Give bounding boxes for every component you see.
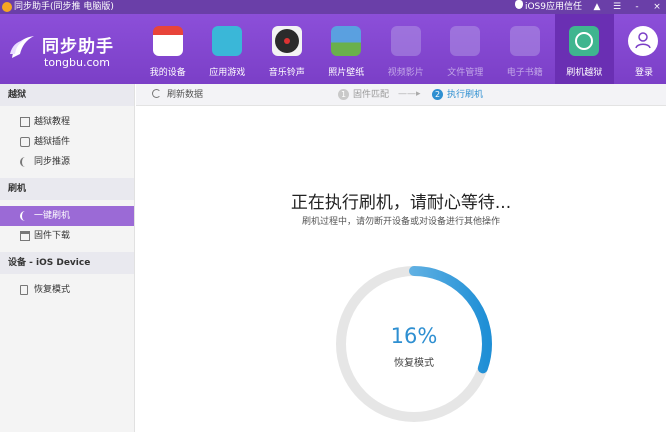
photo-icon — [331, 26, 362, 56]
nav-music-ringtones[interactable]: 音乐铃声 — [257, 14, 317, 84]
nav-videos[interactable]: 视频影片 — [376, 14, 436, 84]
nav-label: 照片壁纸 — [328, 68, 365, 78]
ios-trust-link[interactable]: iOS9应用信任 — [514, 0, 582, 14]
nav-label: 应用游戏 — [209, 68, 246, 78]
nav-file-manager[interactable]: 文件管理 — [436, 14, 496, 84]
tutorial-icon — [20, 117, 30, 127]
minimize-button[interactable]: - — [632, 2, 642, 12]
main-header: 同步助手 tongbu.com 我的设备 应用游戏 音乐铃声 照片壁纸 视频影片… — [0, 14, 666, 84]
sidebar-item-tongbu-source[interactable]: 同步推源 — [0, 152, 134, 172]
nav-label: 我的设备 — [149, 68, 186, 78]
brand-name: 同步助手 — [42, 37, 114, 57]
progress-percent: 16% — [390, 324, 438, 348]
nav-ebooks[interactable]: 电子书籍 — [495, 14, 555, 84]
sidebar-item-label: 恢复模式 — [34, 285, 71, 295]
app-store-icon — [212, 26, 243, 56]
flash-icon — [20, 211, 30, 221]
step-label: 执行刷机 — [447, 90, 484, 100]
step-execute-flash: 2 执行刷机 — [432, 84, 483, 106]
nav-label: 文件管理 — [447, 68, 484, 78]
login-label: 登录 — [634, 68, 653, 78]
sidebar: 越狱 越狱教程 越狱插件 同步推源 刷机 一键刷机 固件下载 设备 - iOS … — [0, 84, 135, 432]
sidebar-section-jailbreak: 越狱 — [0, 84, 134, 106]
ios-trust-label: iOS9应用信任 — [524, 2, 582, 12]
refresh-icon — [152, 89, 161, 98]
sidebar-item-jailbreak-tutorial[interactable]: 越狱教程 — [0, 112, 134, 132]
sidebar-item-label: 固件下载 — [34, 231, 71, 241]
login-button[interactable]: 登录 — [626, 14, 662, 84]
nav-label: 刷机越狱 — [566, 68, 603, 78]
progress-mode-label: 恢复模式 — [394, 358, 434, 369]
sidebar-item-one-click-flash[interactable]: 一键刷机 — [0, 206, 134, 226]
sidebar-item-label: 越狱插件 — [34, 137, 71, 147]
status-heading: 正在执行刷机，请耐心等待... — [290, 193, 512, 213]
window-title: 同步助手(同步推 电脑版) — [14, 2, 114, 12]
step-firmware-match: 1 固件匹配 — [338, 84, 389, 106]
user-avatar-icon — [628, 26, 658, 56]
nav-label: 音乐铃声 — [268, 68, 305, 78]
recovery-icon — [20, 285, 28, 295]
main-content: 刷新数据 1 固件匹配 ——▸ 2 执行刷机 正在执行刷机，请耐心等待... 刷机过… — [136, 84, 666, 432]
firmware-download-icon — [20, 231, 30, 241]
sidebar-item-label: 一键刷机 — [34, 211, 71, 221]
nav-apps-games[interactable]: 应用游戏 — [198, 14, 258, 84]
video-clapper-icon — [390, 26, 421, 56]
book-icon — [509, 26, 540, 56]
sidebar-item-jailbreak-plugins[interactable]: 越狱插件 — [0, 132, 134, 152]
app-logo-icon — [2, 2, 12, 12]
shirt-icon[interactable]: ▲ — [592, 2, 602, 12]
jailbreak-icon — [569, 26, 600, 56]
sidebar-item-label: 越狱教程 — [34, 117, 71, 127]
nav-flash-jailbreak[interactable]: 刷机越狱 — [554, 14, 614, 84]
sidebar-item-recovery-mode[interactable]: 恢复模式 — [0, 280, 134, 300]
step-number: 1 — [338, 89, 349, 100]
main-toolbar: 刷新数据 1 固件匹配 ——▸ 2 执行刷机 — [136, 84, 666, 106]
plugin-icon — [20, 137, 30, 147]
title-bar: 同步助手(同步推 电脑版) iOS9应用信任 ▲ ☰ - × — [0, 0, 666, 14]
store-icon — [152, 26, 183, 56]
folder-icon — [450, 26, 481, 56]
step-number: 2 — [432, 89, 443, 100]
nav-label: 电子书籍 — [506, 68, 543, 78]
step-label: 固件匹配 — [353, 90, 390, 100]
sidebar-item-label: 同步推源 — [34, 157, 71, 167]
refresh-button[interactable]: 刷新数据 — [152, 84, 203, 106]
sidebar-section-device: 设备 - iOS Device — [0, 252, 134, 274]
user-silhouette-icon — [635, 32, 651, 49]
step-arrow: ——▸ — [398, 89, 421, 99]
brand-domain: tongbu.com — [44, 56, 110, 69]
sidebar-item-firmware-download[interactable]: 固件下载 — [0, 226, 134, 246]
status-subtext: 刷机过程中，请勿断开设备或对设备进行其他操作 — [301, 217, 500, 227]
refresh-label: 刷新数据 — [167, 90, 204, 100]
sidebar-section-flash: 刷机 — [0, 178, 134, 200]
nav-photos-wallpaper[interactable]: 照片壁纸 — [317, 14, 377, 84]
close-button[interactable]: × — [652, 2, 662, 12]
tongbu-logo-icon — [10, 36, 34, 58]
top-nav: 我的设备 应用游戏 音乐铃声 照片壁纸 视频影片 文件管理 电子书籍 刷机越狱 — [138, 14, 614, 84]
music-disc-icon — [271, 26, 302, 56]
source-icon — [20, 157, 30, 167]
menu-icon[interactable]: ☰ — [612, 2, 622, 12]
nav-label: 视频影片 — [387, 68, 424, 78]
nav-my-device[interactable]: 我的设备 — [138, 14, 198, 84]
brand-logo: 同步助手 tongbu.com — [6, 22, 136, 76]
apple-icon — [514, 0, 523, 9]
